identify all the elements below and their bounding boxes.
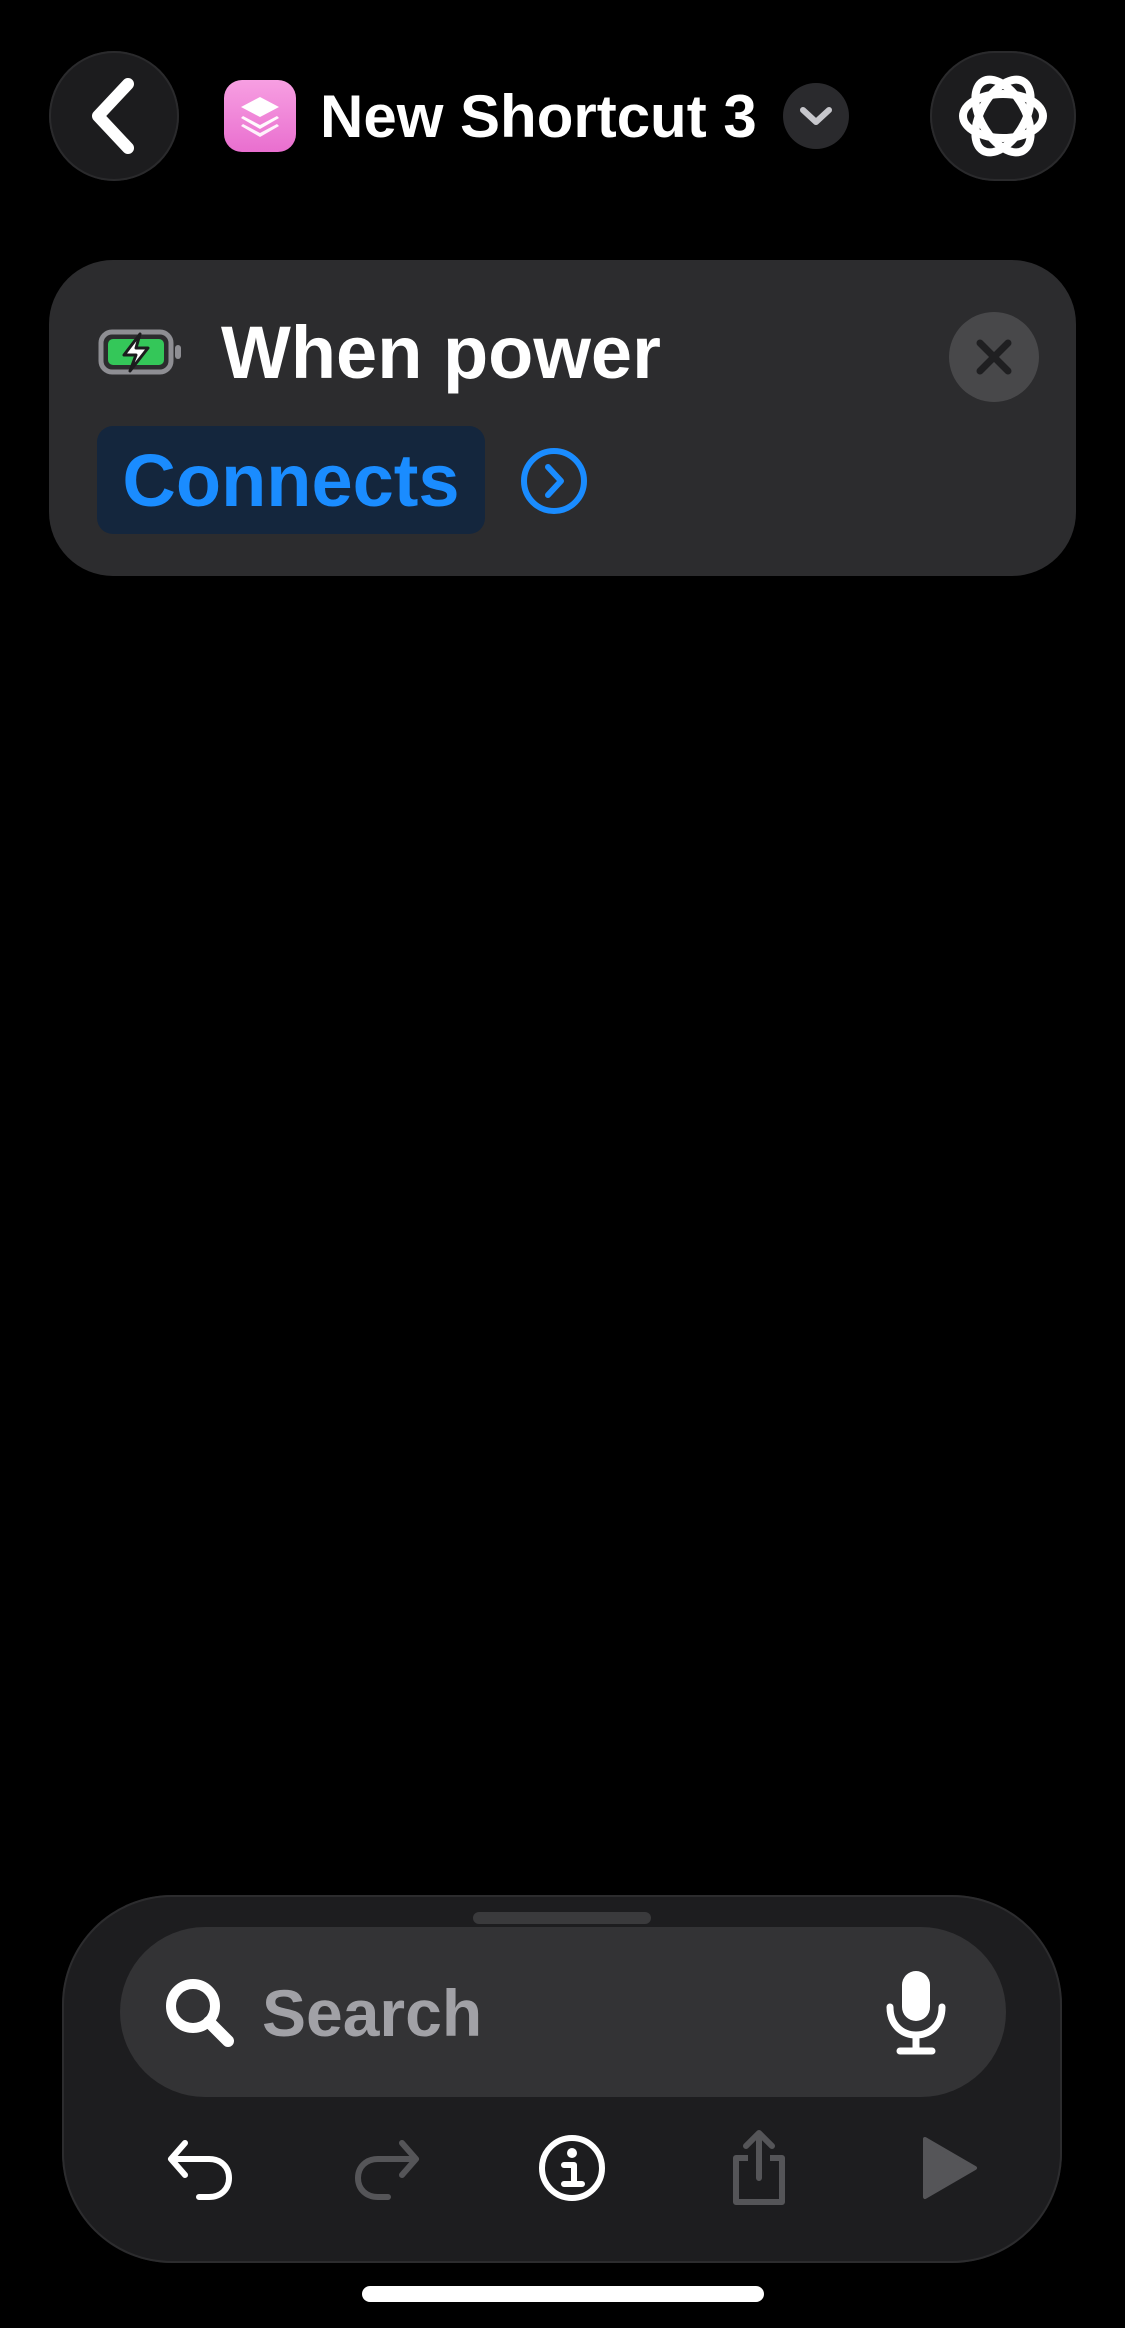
assistant-button[interactable]: [930, 51, 1076, 181]
shortcut-title-control[interactable]: New Shortcut 3: [224, 76, 849, 156]
parameter-value: Connects: [122, 438, 460, 522]
remove-trigger-button[interactable]: [949, 312, 1039, 402]
title-menu-button[interactable]: [782, 83, 849, 149]
share-icon: [733, 2130, 785, 2205]
power-state-parameter[interactable]: Connects: [97, 426, 485, 534]
search-field[interactable]: Search: [120, 1927, 1006, 2097]
trigger-card: When power Connects: [49, 260, 1076, 576]
chevron-left-icon: [92, 78, 134, 154]
panel-grabber[interactable]: [473, 1912, 651, 1924]
shortcuts-layers-icon: [224, 80, 296, 152]
chevron-down-icon: [799, 107, 832, 125]
microphone-icon[interactable]: [880, 1967, 952, 2059]
home-indicator[interactable]: [362, 2286, 764, 2302]
shortcut-title[interactable]: New Shortcut 3: [320, 82, 757, 151]
trigger-title: When power: [221, 311, 661, 394]
run-shortcut-button[interactable]: [902, 2123, 992, 2213]
undo-icon: [168, 2140, 233, 2200]
search-placeholder: Search: [262, 1976, 483, 2050]
action-search-panel: Search: [62, 1895, 1062, 2263]
search-icon: [166, 1979, 234, 2047]
chevron-right-circle-icon[interactable]: [519, 446, 589, 516]
info-icon: [539, 2135, 605, 2201]
info-button[interactable]: [527, 2123, 617, 2213]
redo-icon: [354, 2140, 419, 2200]
shortcut-editor-screen: New Shortcut 3 When power Connects Searc…: [0, 0, 1125, 2328]
undo-button[interactable]: [155, 2123, 245, 2213]
back-button[interactable]: [49, 51, 179, 181]
share-button[interactable]: [714, 2123, 804, 2213]
redo-button[interactable]: [342, 2123, 432, 2213]
close-icon: [976, 339, 1012, 375]
apple-intelligence-icon: [959, 75, 1047, 157]
play-icon: [923, 2137, 977, 2199]
battery-charging-icon: [98, 329, 181, 375]
